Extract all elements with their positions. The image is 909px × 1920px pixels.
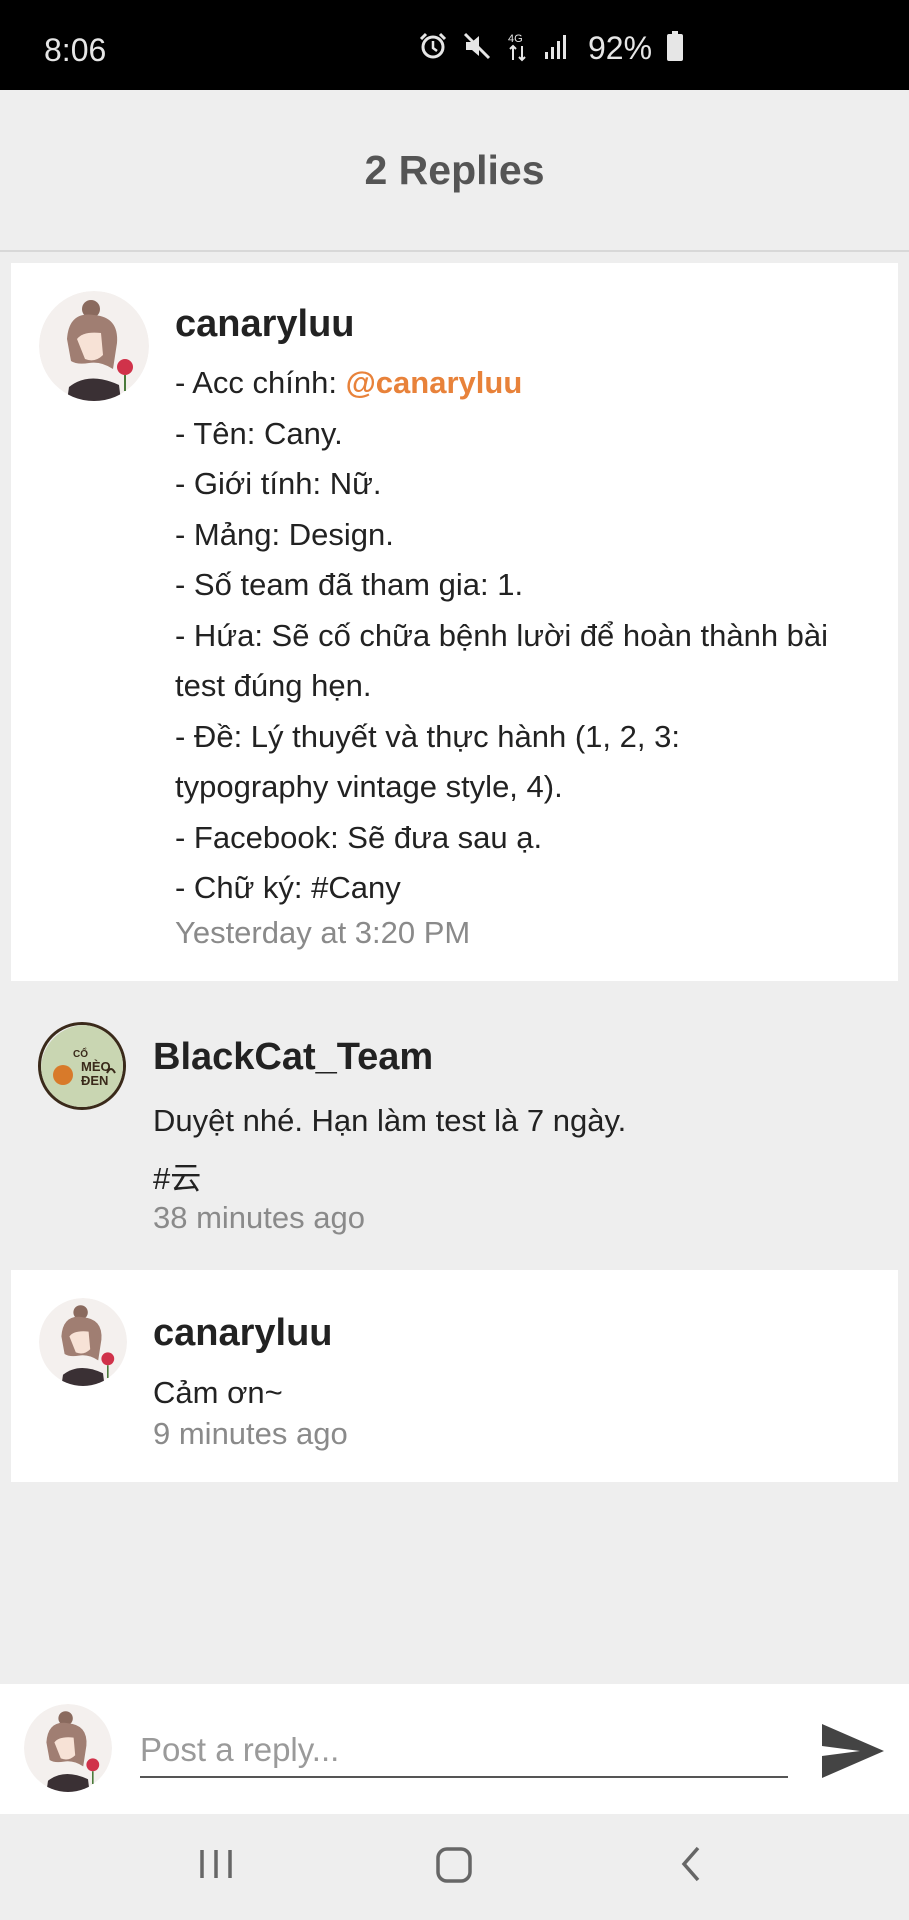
reply-line: - Hứa: Sẽ cố chữa bệnh lười để hoàn thàn… xyxy=(175,617,829,653)
reply-line: - Số team đã tham gia: 1. xyxy=(175,567,524,602)
reply-line: - Facebook: Sẽ đưa sau ạ. xyxy=(175,819,543,855)
reply-line: - Chữ ký: #Cany xyxy=(175,870,401,905)
reply-composer xyxy=(0,1684,909,1814)
back-icon xyxy=(681,1846,700,1882)
replies-header: 2 Replies xyxy=(0,90,909,252)
reply-card: CỔ MÈO ĐEN BlackCat_Team Duyệt nhé. Hạn … xyxy=(11,992,898,1262)
reply-line: - Tên: Cany. xyxy=(175,415,343,451)
recent-apps-icon xyxy=(200,1850,232,1878)
battery-icon xyxy=(666,31,684,66)
alarm-icon xyxy=(418,31,448,66)
username[interactable]: BlackCat_Team xyxy=(153,1036,433,1079)
reply-timestamp: Yesterday at 3:20 PM xyxy=(175,915,471,950)
reply-line: typography vintage style, 4). xyxy=(175,769,563,804)
reply-line: Duyệt nhé. Hạn làm test là 7 ngày. xyxy=(153,1103,627,1138)
avatar[interactable] xyxy=(39,291,149,401)
reply-line: - Mảng: Design. xyxy=(175,516,394,552)
logo-text: MÈO xyxy=(81,1059,111,1074)
reply-body: Duyệt nhé. Hạn làm test là 7 ngày. #云 xyxy=(153,1092,626,1208)
reply-input[interactable] xyxy=(140,1724,788,1778)
reply-card: canaryluu - Acc chính: @canaryluu - Tên:… xyxy=(11,263,898,981)
reply-timestamp: 9 minutes ago xyxy=(153,1416,348,1451)
blackcat-logo-icon: CỔ MÈO ĐEN xyxy=(41,1025,123,1107)
battery-percent: 92% xyxy=(588,30,653,66)
reply-line: - Đề: Lý thuyết và thực hành (1, 2, 3: xyxy=(175,718,680,754)
reply-line: Cảm ơn~ xyxy=(153,1375,283,1410)
avatar-girl-icon xyxy=(39,1298,127,1386)
reply-card: canaryluu Cảm ơn~ 9 minutes ago xyxy=(11,1270,898,1482)
system-nav-bar xyxy=(0,1814,909,1920)
mention-link[interactable]: @canaryluu xyxy=(346,365,523,400)
avatar[interactable]: CỔ MÈO ĐEN xyxy=(38,1022,126,1110)
line-label: - Acc chính: xyxy=(175,365,346,400)
status-time: 8:06 xyxy=(44,32,107,68)
4g-icon: 4G xyxy=(506,30,530,67)
home-icon xyxy=(436,1847,472,1883)
signal-icon xyxy=(544,32,570,65)
avatar-girl-icon xyxy=(39,291,149,401)
send-button[interactable] xyxy=(818,1720,888,1782)
status-icons: 4G 92% xyxy=(418,30,684,67)
avatar-girl-icon xyxy=(24,1704,112,1792)
logo-text: ĐEN xyxy=(81,1073,108,1088)
reply-body: - Acc chính: @canaryluu - Tên: Cany. - G… xyxy=(175,358,828,914)
svg-text:4G: 4G xyxy=(508,33,523,45)
my-avatar xyxy=(24,1704,112,1792)
reply-line: test đúng hẹn. xyxy=(175,668,372,703)
reply-body: Cảm ơn~ xyxy=(153,1368,283,1419)
reply-timestamp: 38 minutes ago xyxy=(153,1200,365,1235)
reply-line: - Acc chính: @canaryluu xyxy=(175,358,828,409)
back-button[interactable] xyxy=(672,1844,712,1889)
mute-icon xyxy=(462,31,492,66)
send-icon xyxy=(822,1724,884,1778)
avatar[interactable] xyxy=(39,1298,127,1386)
home-button[interactable] xyxy=(433,1844,475,1891)
status-bar: 8:06 4G 92% xyxy=(0,0,909,90)
page-title: 2 Replies xyxy=(364,146,545,193)
username[interactable]: canaryluu xyxy=(175,303,355,346)
reply-line: - Giới tính: Nữ. xyxy=(175,466,382,501)
recent-apps-button[interactable] xyxy=(196,1844,236,1889)
username[interactable]: canaryluu xyxy=(153,1312,333,1355)
